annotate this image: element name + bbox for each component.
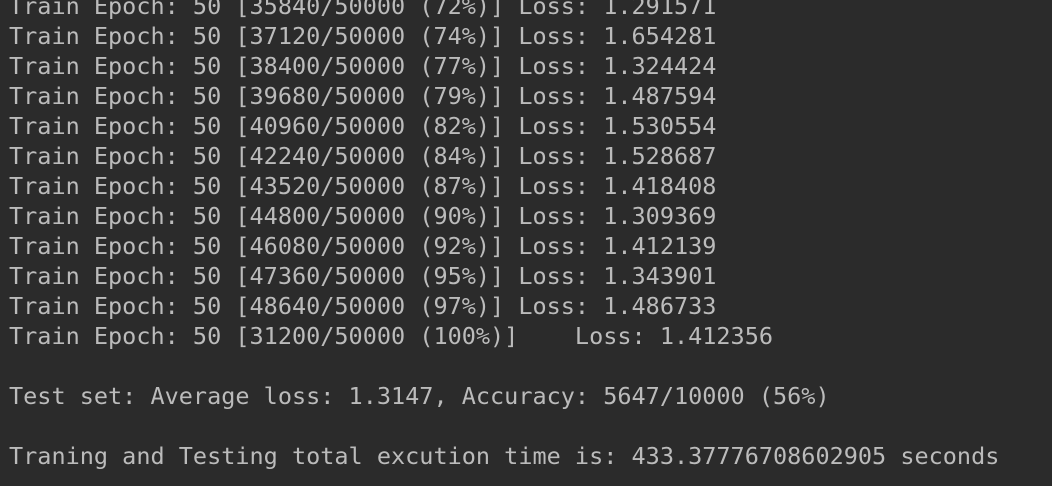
console-line: Train Epoch: 50 [40960/50000 (82%)] Loss… bbox=[9, 112, 717, 140]
console-line: Train Epoch: 50 [42240/50000 (84%)] Loss… bbox=[9, 142, 717, 170]
console-line: Train Epoch: 50 [44800/50000 (90%)] Loss… bbox=[9, 202, 717, 230]
console-output-panel[interactable]: Train Epoch: 50 [35840/50000 (72%)] Loss… bbox=[0, 0, 1052, 486]
console-line: Train Epoch: 50 [39680/50000 (79%)] Loss… bbox=[9, 82, 717, 110]
console-line: Train Epoch: 50 [47360/50000 (95%)] Loss… bbox=[9, 262, 717, 290]
console-line: Train Epoch: 50 [31200/50000 (100%)] Los… bbox=[9, 322, 774, 350]
console-line: Train Epoch: 50 [43520/50000 (87%)] Loss… bbox=[9, 172, 717, 200]
console-line: Train Epoch: 50 [46080/50000 (92%)] Loss… bbox=[9, 232, 717, 260]
console-line: Train Epoch: 50 [35840/50000 (72%)] Loss… bbox=[9, 0, 717, 20]
console-line: Train Epoch: 50 [37120/50000 (74%)] Loss… bbox=[9, 22, 717, 50]
test-summary-line: Test set: Average loss: 1.3147, Accuracy… bbox=[9, 382, 830, 410]
execution-time-line: Traning and Testing total excution time … bbox=[9, 442, 1000, 470]
console-line: Train Epoch: 50 [38400/50000 (77%)] Loss… bbox=[9, 52, 717, 80]
console-lines: Train Epoch: 50 [35840/50000 (72%)] Loss… bbox=[9, 0, 999, 471]
console-line: Train Epoch: 50 [48640/50000 (97%)] Loss… bbox=[9, 292, 717, 320]
